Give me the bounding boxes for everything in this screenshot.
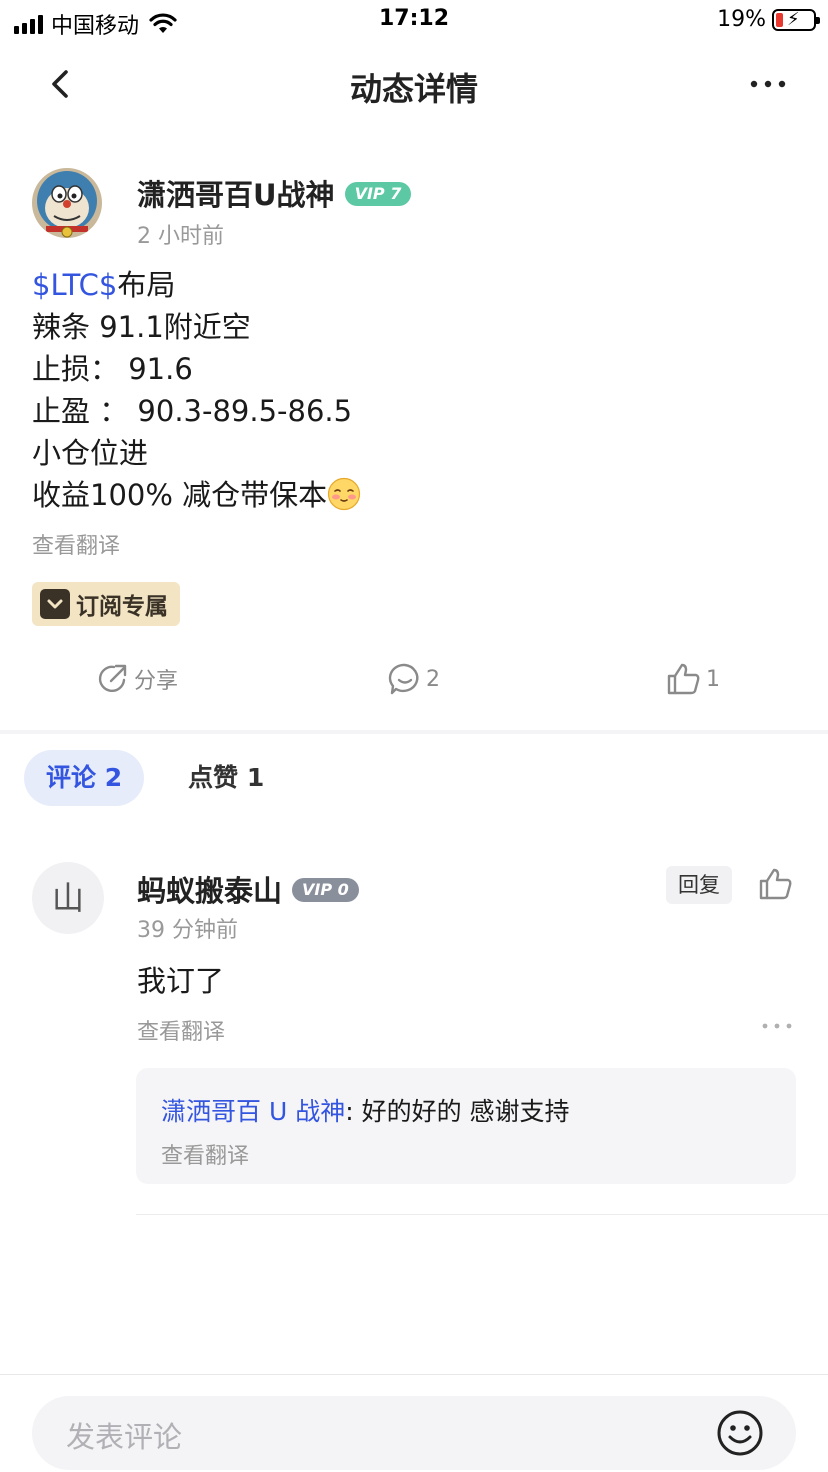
author-name[interactable]: 潇洒哥百U战神 VIP 7: [137, 172, 412, 214]
emoji-icon[interactable]: [716, 1409, 764, 1457]
post-body: $LTC$布局 辣条 91.1附近空 止损： 91.6 止盈 ： 90.3-89…: [32, 264, 792, 516]
post-time: 2 小时前: [137, 224, 224, 249]
commenter-avatar[interactable]: 山: [32, 862, 104, 934]
vip-badge: VIP 0: [292, 878, 359, 902]
post-line: 收益100% 减仓带保本: [32, 474, 792, 516]
status-bar: 中国移动 17:12 19% ⚡: [0, 0, 828, 44]
post-header: 潇洒哥百U战神 VIP 7 2 小时前: [32, 168, 792, 249]
coin-tag[interactable]: $LTC$: [32, 268, 117, 302]
section-divider: [0, 730, 828, 734]
post-line: 辣条 91.1附近空: [32, 310, 251, 344]
like-count: 1: [706, 666, 720, 692]
comment-count: 2: [426, 666, 440, 692]
translate-link[interactable]: 查看翻译: [32, 528, 120, 560]
subscription-label: 订阅专属: [76, 594, 168, 620]
avatar-image: [32, 168, 102, 238]
reply-author[interactable]: 潇洒哥百 U 战神: [161, 1097, 345, 1126]
battery-percent: 19%: [717, 7, 766, 32]
more-dots-icon[interactable]: [760, 1016, 794, 1036]
comment-input[interactable]: 发表评论: [32, 1396, 796, 1470]
author-avatar[interactable]: [32, 168, 102, 238]
post-line: $LTC$布局: [32, 264, 792, 306]
tab-comments[interactable]: 评论 2: [24, 750, 145, 806]
share-icon: [98, 664, 127, 693]
author-name-text: 潇洒哥百U战神: [137, 178, 335, 212]
share-label: 分享: [134, 669, 179, 694]
status-right: 19% ⚡: [717, 7, 820, 32]
tab-likes[interactable]: 点赞 1: [166, 750, 286, 806]
post-line: 止损： 91.6: [32, 352, 193, 386]
more-dots-icon[interactable]: [748, 70, 788, 98]
post-line: 小仓位进: [32, 436, 149, 470]
post-line-text: 收益100% 减仓带保本: [32, 478, 328, 512]
post-line-text: 布局: [117, 268, 176, 302]
post-actions: 分享 2 1: [0, 656, 828, 704]
subscription-badge[interactable]: 订阅专属: [32, 582, 180, 626]
reply-line: 潇洒哥百 U 战神: 好的好的 感谢支持: [161, 1092, 570, 1128]
commenter-name[interactable]: 蚂蚁搬泰山 VIP 0: [137, 868, 359, 910]
comment-time: 39 分钟前: [137, 918, 238, 943]
comment-like-icon[interactable]: [758, 866, 794, 902]
share-button[interactable]: 分享: [96, 662, 178, 696]
translate-link[interactable]: 查看翻译: [137, 1014, 225, 1046]
comment-text: 我订了: [137, 964, 225, 998]
reply-text: : 好的好的 感谢支持: [345, 1097, 570, 1126]
subscription-icon: [40, 589, 70, 619]
detail-tabs: 评论 2 点赞 1: [24, 750, 286, 806]
battery-icon: ⚡: [772, 8, 820, 31]
comment-icon: [388, 663, 419, 695]
like-button[interactable]: 1: [666, 662, 720, 696]
post-line: 止盈 ： 90.3-89.5-86.5: [32, 394, 353, 428]
reply-button[interactable]: 回复: [666, 866, 732, 904]
commenter-name-text: 蚂蚁搬泰山: [137, 874, 283, 908]
page-title: 动态详情: [349, 70, 478, 108]
comment-count-button[interactable]: 2: [388, 662, 440, 696]
nav-bar: 动态详情: [0, 44, 828, 124]
comment-input-placeholder: 发表评论: [66, 1420, 183, 1454]
vip-badge: VIP 7: [344, 182, 412, 206]
comment-divider: [136, 1214, 828, 1215]
bottom-divider: [0, 1374, 828, 1375]
thumbs-up-icon: [667, 663, 700, 695]
status-time: 17:12: [378, 6, 450, 31]
blush-emoji-icon: [328, 477, 361, 511]
reply-box[interactable]: 潇洒哥百 U 战神: 好的好的 感谢支持 查看翻译: [136, 1068, 796, 1184]
translate-link[interactable]: 查看翻译: [161, 1138, 249, 1170]
